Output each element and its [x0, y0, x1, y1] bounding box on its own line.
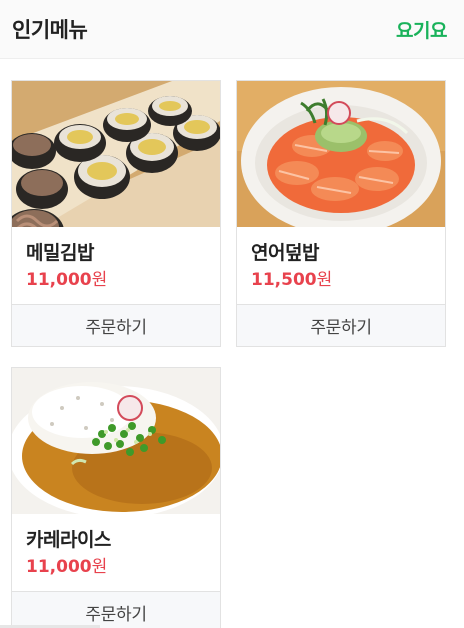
menu-info: 연어덮밥 11,500원 — [237, 227, 445, 304]
order-button[interactable]: 주문하기 — [12, 304, 220, 346]
menu-price: 11,000원 — [26, 556, 206, 578]
menu-card-curry-rice[interactable]: 카레라이스 11,000원 주문하기 — [11, 367, 221, 628]
price-currency: 원 — [316, 270, 333, 290]
price-currency: 원 — [91, 557, 108, 577]
menu-card-soba-kimbap[interactable]: 메밀김밥 11,000원 주문하기 — [11, 80, 221, 347]
menu-card-salmon-rice-bowl[interactable]: 연어덮밥 11,500원 주문하기 — [236, 80, 446, 347]
menu-photo-salmon-rice-bowl[interactable] — [237, 81, 445, 227]
order-button[interactable]: 주문하기 — [237, 304, 445, 346]
brand-logo[interactable]: 요기요 — [396, 16, 447, 43]
header: 인기메뉴 요기요 — [0, 0, 464, 59]
menu-name: 카레라이스 — [26, 529, 111, 551]
price-amount: 11,500 — [251, 270, 317, 290]
menu-photo-soba-kimbap[interactable] — [12, 81, 220, 227]
menu-price: 11,000원 — [26, 269, 206, 291]
menu-price: 11,500원 — [251, 269, 431, 291]
price-amount: 11,000 — [26, 557, 92, 577]
menu-name: 메밀김밥 — [26, 242, 94, 264]
price-currency: 원 — [91, 270, 108, 290]
menu-info: 카레라이스 11,000원 — [12, 514, 220, 591]
page-title: 인기메뉴 — [12, 18, 88, 42]
menu-photo-curry-rice[interactable] — [12, 368, 220, 514]
price-amount: 11,000 — [26, 270, 92, 290]
menu-name: 연어덮밥 — [251, 242, 319, 264]
menu-info: 메밀김밥 11,000원 — [12, 227, 220, 304]
order-button[interactable]: 주문하기 — [12, 591, 220, 628]
